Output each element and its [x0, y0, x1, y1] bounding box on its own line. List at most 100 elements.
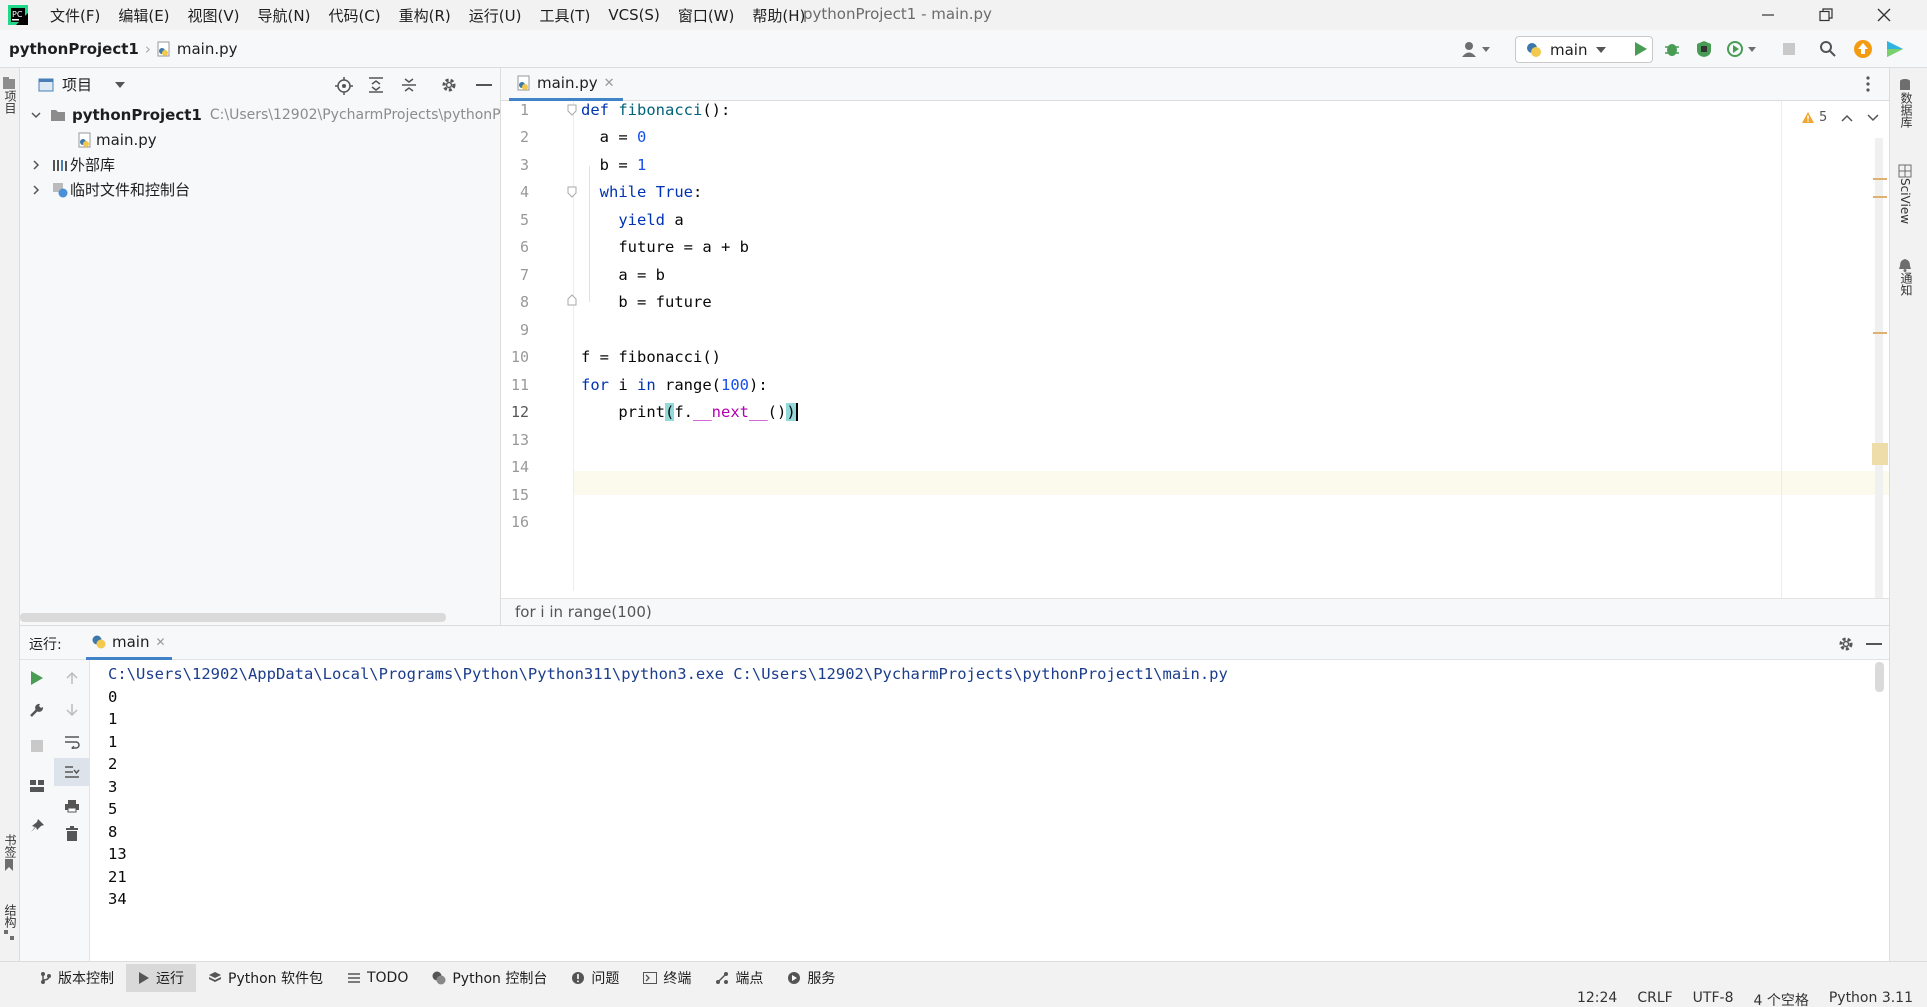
- more-options-icon[interactable]: [1866, 76, 1870, 92]
- tree-item-external-libraries[interactable]: 外部库: [30, 152, 115, 177]
- tree-item-scratches[interactable]: 临时文件和控制台: [30, 177, 190, 202]
- notifications-tool-button[interactable]: 通知: [1898, 258, 1927, 296]
- code-line-5: yield a: [618, 211, 684, 229]
- debug-icon[interactable]: [1663, 40, 1681, 58]
- coverage-icon[interactable]: [1695, 40, 1713, 58]
- trash-icon[interactable]: [54, 820, 89, 848]
- run-icon[interactable]: [1633, 40, 1649, 58]
- vertical-scrollbar[interactable]: [1875, 138, 1883, 598]
- menu-window[interactable]: 窗口(W): [676, 5, 737, 26]
- navigation-toolbar: pythonProject1 › main.py main: [0, 30, 1927, 68]
- run-tab-main[interactable]: main ✕: [86, 626, 172, 660]
- warnings-count: 5: [1819, 110, 1828, 125]
- chevron-right-icon[interactable]: [30, 184, 42, 196]
- code-line-3: b = 1: [581, 156, 647, 174]
- close-tab-icon[interactable]: ✕: [155, 635, 165, 649]
- hide-panel-icon[interactable]: [476, 84, 492, 87]
- chevron-up-icon[interactable]: [1841, 114, 1853, 122]
- arrow-down-icon[interactable]: [54, 696, 89, 724]
- tree-item-label: 临时文件和控制台: [70, 181, 191, 199]
- indent-setting[interactable]: 4 个空格: [1753, 990, 1808, 1007]
- soft-wrap-icon[interactable]: [54, 728, 89, 756]
- editor-breadcrumb[interactable]: for i in range(100): [501, 598, 1889, 625]
- menu-edit[interactable]: 编辑(E): [116, 5, 171, 26]
- menu-file[interactable]: 文件(F): [48, 5, 102, 26]
- profile-icon[interactable]: [1726, 40, 1758, 58]
- minimize-button[interactable]: [1739, 0, 1797, 30]
- tool-tab-problems[interactable]: 问题: [559, 964, 631, 992]
- tool-tab-run[interactable]: 运行: [126, 963, 196, 992]
- horizontal-scrollbar[interactable]: [20, 613, 446, 622]
- gear-icon[interactable]: [1838, 636, 1854, 652]
- console-output-line: 1: [108, 733, 118, 751]
- project-view-select[interactable]: 项目: [62, 74, 92, 95]
- console-scrollbar[interactable]: [1875, 662, 1884, 692]
- console-output[interactable]: C:\Users\12902\AppData\Local\Programs\Py…: [90, 660, 1889, 962]
- menu-vcs[interactable]: VCS(S): [606, 6, 661, 24]
- project-tool-label: 项目: [3, 90, 17, 114]
- gear-icon[interactable]: [441, 77, 457, 93]
- pin-icon[interactable]: [20, 812, 54, 840]
- caret-position[interactable]: 12:24: [1577, 990, 1617, 1007]
- user-icon[interactable]: [1460, 40, 1492, 58]
- menu-run[interactable]: 运行(U): [467, 5, 524, 26]
- tool-tab-services[interactable]: 服务: [775, 964, 847, 992]
- scratches-icon: [52, 182, 68, 198]
- error-stripe-mark[interactable]: [1873, 178, 1887, 180]
- update-icon[interactable]: [1853, 39, 1873, 59]
- tool-tab-terminal[interactable]: 终端: [631, 964, 703, 992]
- breadcrumb-file[interactable]: main.py: [177, 40, 238, 58]
- error-stripe-mark[interactable]: [1873, 196, 1887, 198]
- editor-tab-main-py[interactable]: main.py ✕: [509, 68, 623, 101]
- chevron-down-icon[interactable]: [114, 81, 126, 89]
- jetbrains-ai-icon[interactable]: [1885, 39, 1905, 59]
- tool-tab-version-control[interactable]: 版本控制: [28, 964, 126, 992]
- chevron-down-icon[interactable]: [1867, 113, 1879, 122]
- collapse-all-icon[interactable]: [401, 77, 417, 93]
- line-separator[interactable]: CRLF: [1637, 990, 1672, 1007]
- pycharm-logo-icon: PC: [8, 5, 28, 25]
- code-line-11: for i in range(100):: [581, 376, 768, 394]
- layout-icon[interactable]: [20, 772, 54, 800]
- menu-view[interactable]: 视图(V): [186, 5, 242, 26]
- expand-all-icon[interactable]: [368, 77, 384, 93]
- stop-icon[interactable]: [1781, 41, 1797, 57]
- search-icon[interactable]: [1819, 40, 1837, 58]
- chevron-down-icon[interactable]: [30, 109, 42, 121]
- arrow-up-icon[interactable]: [54, 664, 89, 692]
- menu-tools[interactable]: 工具(T): [537, 5, 592, 26]
- menu-help[interactable]: 帮助(H): [750, 5, 807, 26]
- tree-item-main-py[interactable]: main.py: [78, 127, 157, 152]
- stop-icon[interactable]: [20, 732, 54, 760]
- warnings-indicator[interactable]: 5: [1801, 110, 1879, 125]
- code-area[interactable]: def fibonacci(): a = 0 b = 1 while True:…: [501, 101, 1889, 591]
- close-window-button[interactable]: [1855, 0, 1913, 30]
- error-stripe-mark[interactable]: [1873, 332, 1887, 334]
- tree-item-project-root[interactable]: pythonProject1 C:\Users\12902\PycharmPro…: [30, 102, 501, 127]
- wrench-icon[interactable]: [20, 696, 54, 724]
- menu-refactor[interactable]: 重构(R): [397, 5, 453, 26]
- tool-tab-python-packages[interactable]: Python 软件包: [196, 964, 335, 992]
- menu-code[interactable]: 代码(C): [326, 5, 382, 26]
- run-tab-label: main: [112, 632, 150, 651]
- restore-button[interactable]: [1797, 0, 1855, 30]
- code-line-1: def fibonacci():: [581, 101, 731, 119]
- chevron-right-icon[interactable]: [30, 159, 42, 171]
- tool-tab-python-console[interactable]: Python 控制台: [420, 964, 559, 992]
- tool-tab-endpoints[interactable]: 端点: [703, 964, 775, 992]
- print-icon[interactable]: [54, 792, 89, 820]
- breadcrumb-project[interactable]: pythonProject1: [9, 40, 139, 58]
- sciview-tool-button[interactable]: SciView: [1898, 164, 1912, 224]
- tool-tab-todo[interactable]: TODO: [335, 964, 420, 992]
- file-encoding[interactable]: UTF-8: [1693, 990, 1734, 1007]
- interpreter-select[interactable]: Python 3.11: [1829, 990, 1913, 1007]
- rerun-icon[interactable]: [20, 664, 54, 692]
- error-stripe-mark[interactable]: [1872, 443, 1888, 465]
- locate-file-icon[interactable]: [335, 77, 353, 95]
- tool-tab-label: TODO: [366, 969, 409, 986]
- close-tab-icon[interactable]: ✕: [604, 76, 615, 91]
- hide-panel-icon[interactable]: [1866, 643, 1882, 646]
- menu-navigate[interactable]: 导航(N): [256, 5, 313, 26]
- scroll-to-end-icon[interactable]: [54, 758, 89, 786]
- database-tool-button[interactable]: 数据库: [1898, 78, 1927, 128]
